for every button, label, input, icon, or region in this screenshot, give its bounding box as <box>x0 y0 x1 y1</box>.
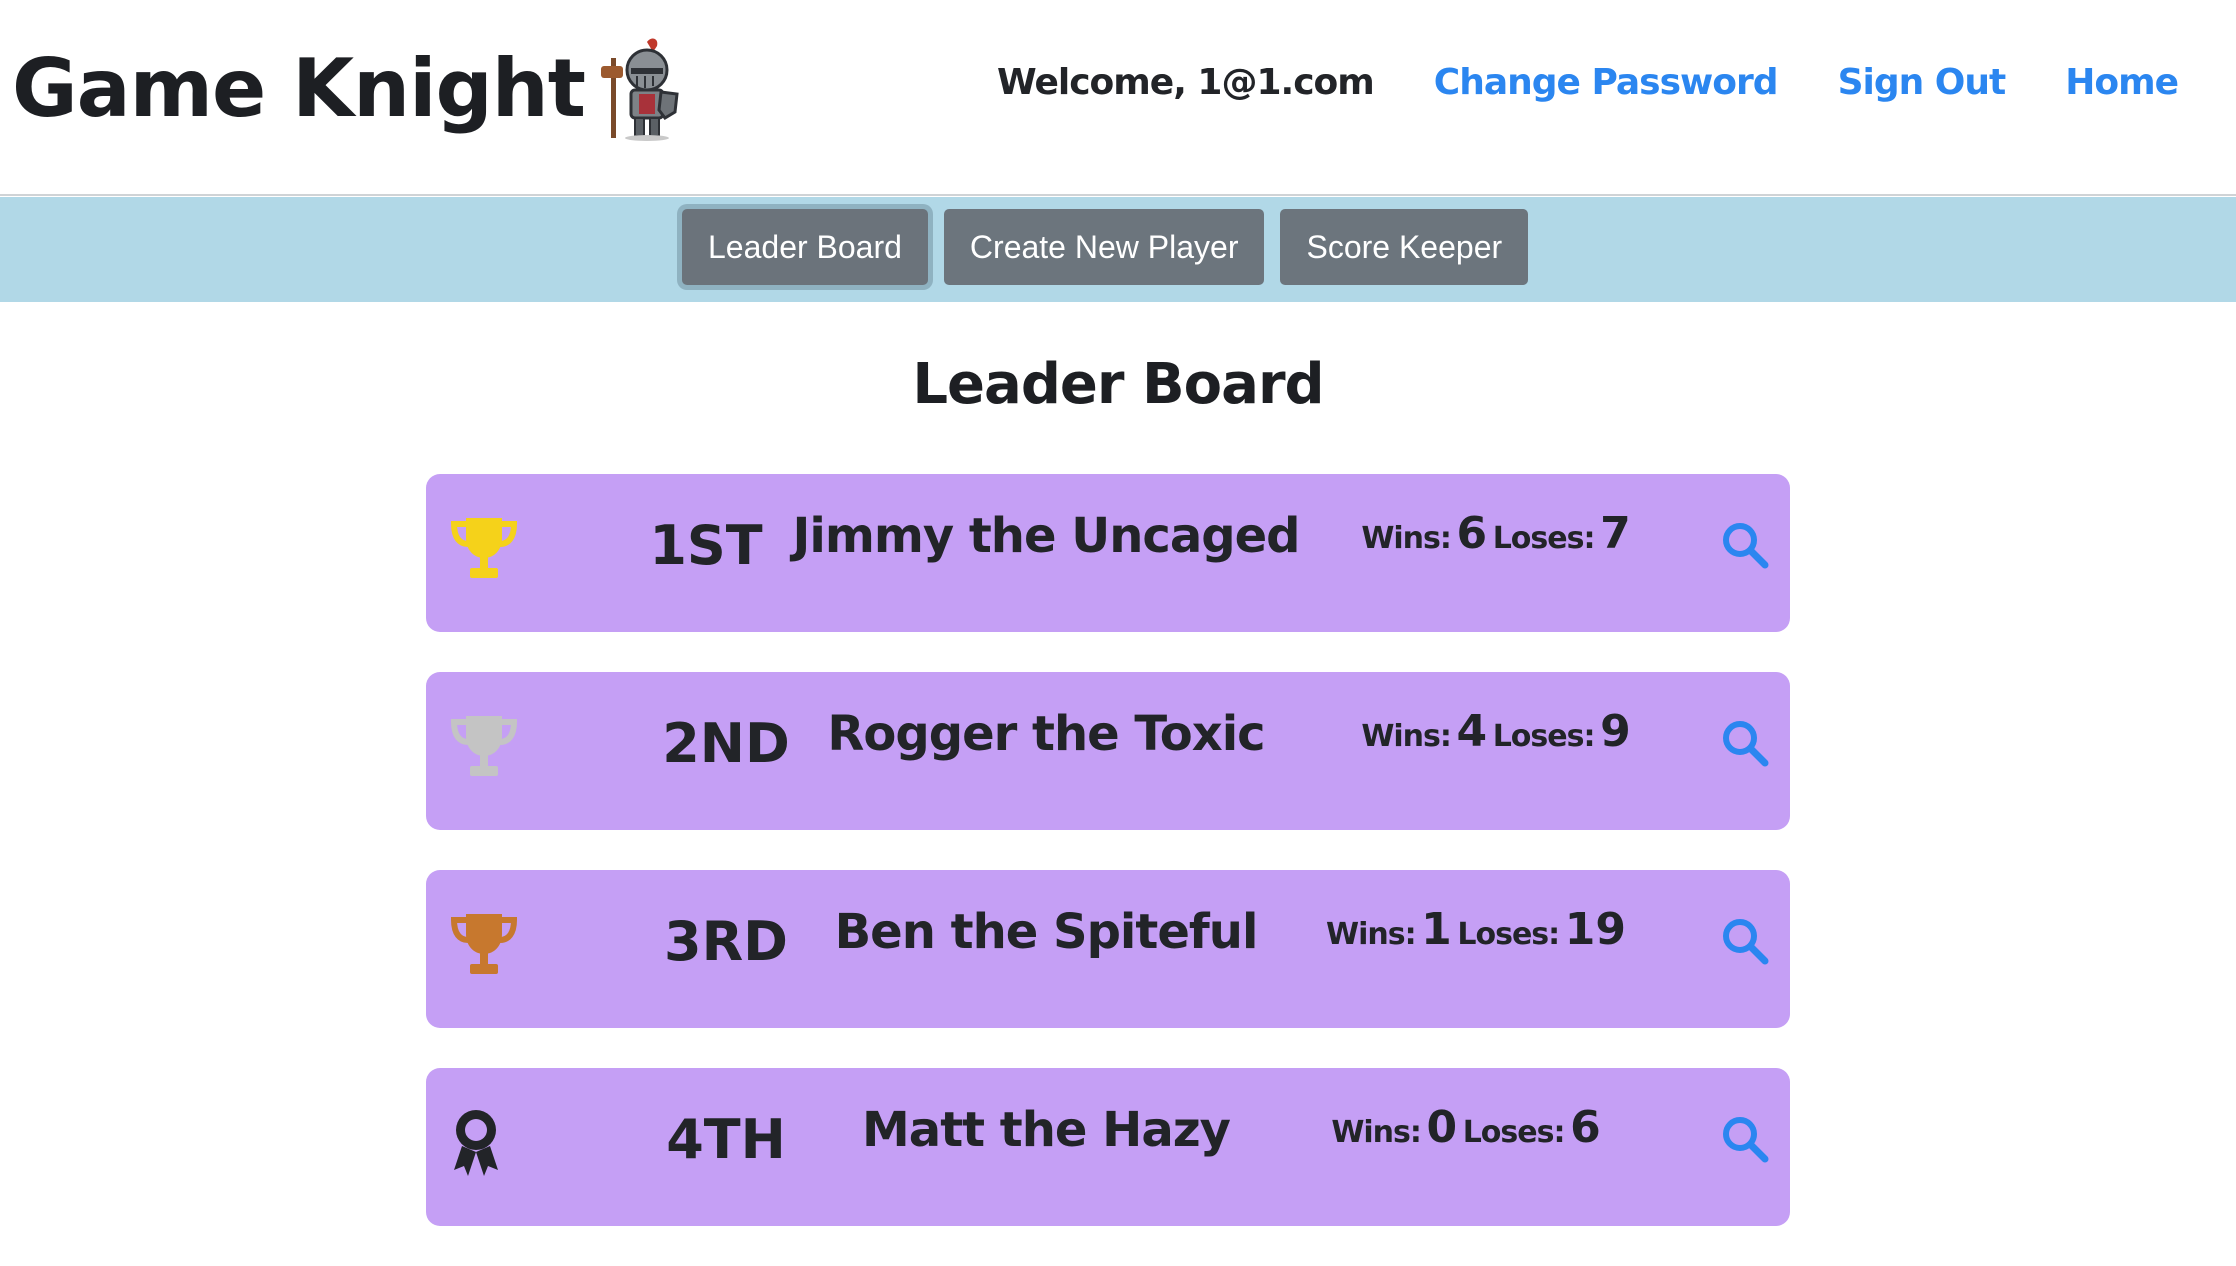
wins-value: 0 <box>1426 1102 1458 1153</box>
player-stats: Wins: 6 Loses: 7 <box>1326 508 1666 559</box>
loses-label: Loses: <box>1492 521 1596 556</box>
player-name: Rogger the Toxic <box>827 706 1265 762</box>
tab-bar: Leader Board Create New Player Score Kee… <box>0 197 2236 302</box>
loses-label: Loses: <box>1492 719 1596 754</box>
trophy-bronze-icon <box>450 914 518 974</box>
player-stats: Wins: 1 Loses: 19 <box>1306 904 1646 955</box>
wins-label: Wins: <box>1361 521 1452 556</box>
change-password-link[interactable]: Change Password <box>1434 62 1779 103</box>
award-ribbon-icon <box>454 1110 498 1176</box>
wins-value: 4 <box>1456 706 1488 757</box>
welcome-text: Welcome, 1@1.com <box>997 62 1375 103</box>
search-icon[interactable] <box>1720 1114 1770 1164</box>
search-icon[interactable] <box>1720 718 1770 768</box>
leader-board-list: 1ST Jimmy the Uncaged Wins: 6 Loses: 7 2… <box>426 474 1790 1266</box>
player-stats: Wins: 0 Loses: 6 <box>1296 1102 1636 1153</box>
brand-title[interactable]: Game Knight <box>12 39 586 139</box>
loses-label: Loses: <box>1462 1115 1566 1150</box>
loses-label: Loses: <box>1457 917 1560 952</box>
search-icon[interactable] <box>1720 916 1770 966</box>
page-title: Leader Board <box>912 352 1324 417</box>
leader-row: 2ND Rogger the Toxic Wins: 4 Loses: 9 <box>426 672 1790 830</box>
loses-value: 19 <box>1564 904 1626 955</box>
trophy-silver-icon <box>450 716 518 776</box>
tab-score-keeper[interactable]: Score Keeper <box>1280 209 1529 285</box>
tab-leader-board[interactable]: Leader Board <box>682 209 928 285</box>
player-stats: Wins: 4 Loses: 9 <box>1326 706 1666 757</box>
tab-create-new-player[interactable]: Create New Player <box>943 209 1265 285</box>
wins-value: 6 <box>1456 508 1488 559</box>
wins-value: 1 <box>1421 904 1452 955</box>
loses-value: 7 <box>1600 508 1631 559</box>
leader-row: 1ST Jimmy the Uncaged Wins: 6 Loses: 7 <box>426 474 1790 632</box>
sign-out-link[interactable]: Sign Out <box>1838 62 2007 103</box>
player-name: Matt the Hazy <box>862 1102 1231 1158</box>
player-name: Jimmy the Uncaged <box>792 508 1301 564</box>
wins-label: Wins: <box>1361 719 1452 754</box>
wins-label: Wins: <box>1331 1115 1422 1150</box>
player-name: Ben the Spiteful <box>834 904 1259 960</box>
leader-row: 3RD Ben the Spiteful Wins: 1 Loses: 19 <box>426 870 1790 1028</box>
knight-logo-icon <box>600 38 679 141</box>
home-link[interactable]: Home <box>2065 62 2179 103</box>
top-nav: Welcome, 1@1.com Change Password Sign Ou… <box>997 62 2179 103</box>
tab-list: Leader Board Create New Player Score Kee… <box>682 209 1529 285</box>
loses-value: 9 <box>1600 706 1631 757</box>
brand[interactable]: Game Knight <box>12 36 687 142</box>
wins-label: Wins: <box>1326 917 1417 952</box>
site-header: Game Knight Welcome, 1@1.com Change Pass… <box>0 0 2236 196</box>
search-icon[interactable] <box>1720 520 1770 570</box>
trophy-gold-icon <box>450 518 518 578</box>
loses-value: 6 <box>1570 1102 1601 1153</box>
leader-row: 4TH Matt the Hazy Wins: 0 Loses: 6 <box>426 1068 1790 1226</box>
